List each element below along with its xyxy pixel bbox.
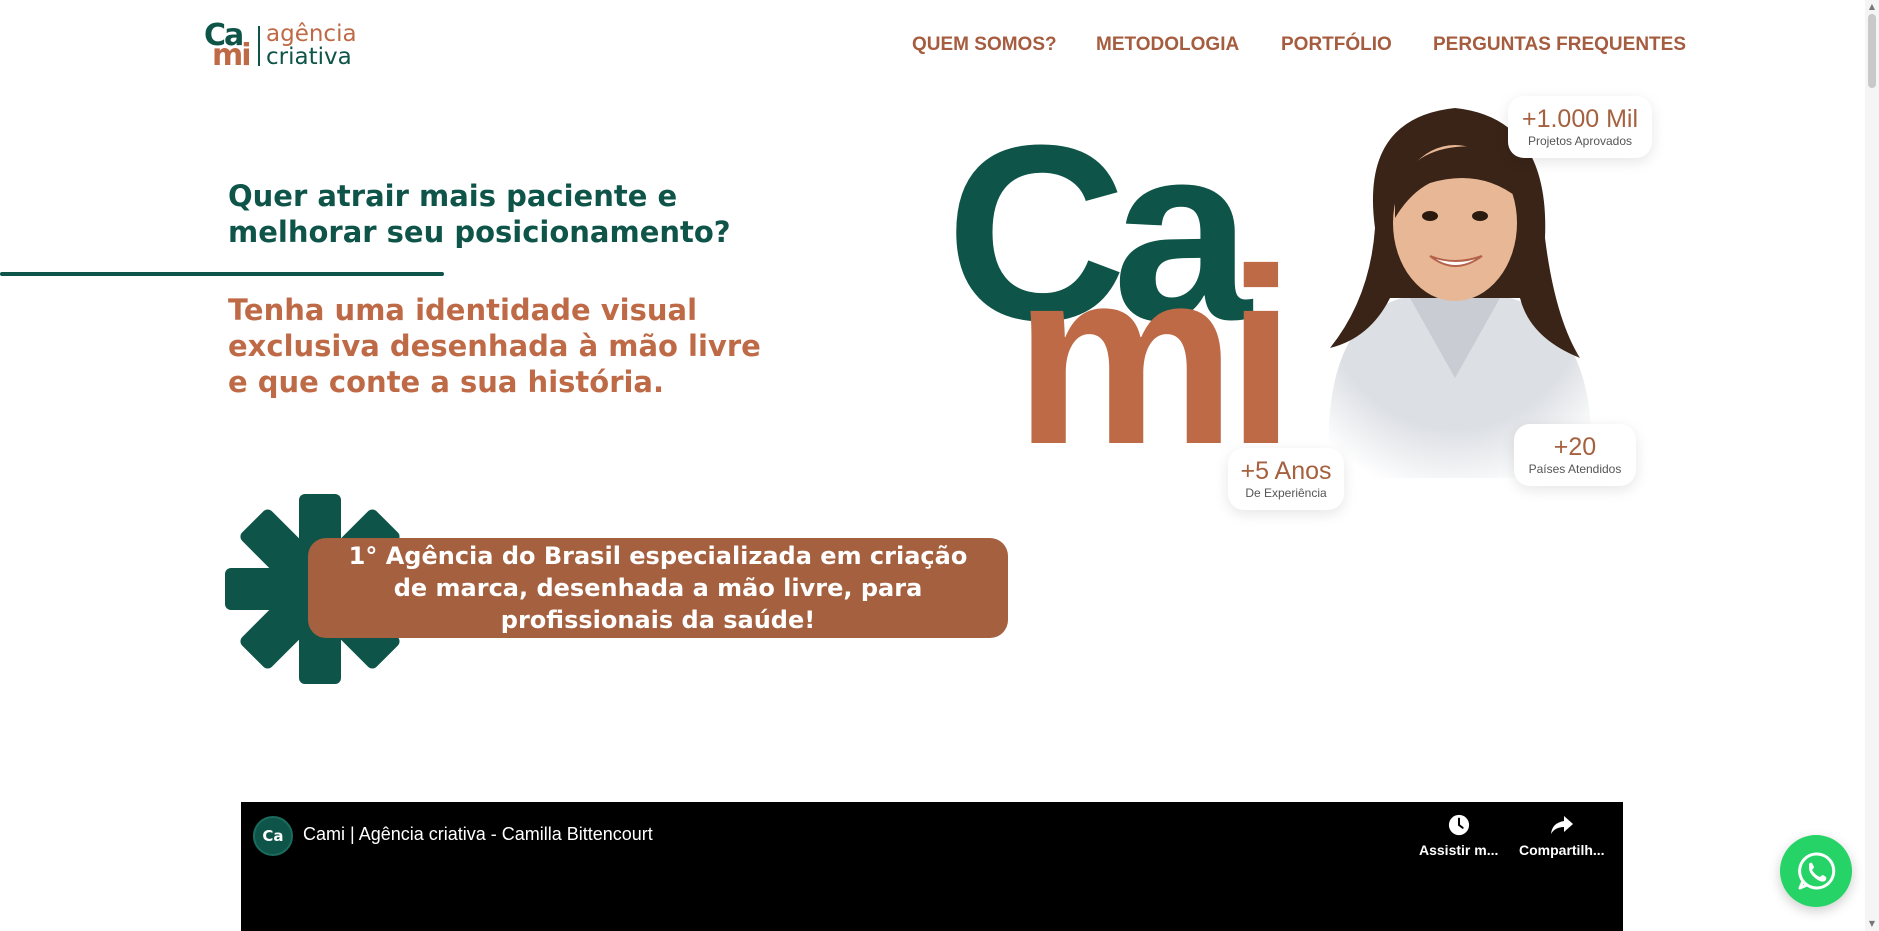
logo-line-1: agência (266, 21, 357, 47)
nav-portfolio[interactable]: PORTFÓLIO (1281, 34, 1392, 56)
share-arrow-icon (1550, 816, 1573, 834)
hero-subtitle: Tenha uma identidade visual exclusiva de… (228, 293, 761, 399)
stat-countries: +20 Países Atendidos (1514, 424, 1636, 486)
scroll-down-arrow[interactable]: ▼ (1867, 919, 1877, 929)
scroll-up-arrow[interactable]: ▲ (1867, 2, 1877, 12)
watch-later-label: Assistir m... (1419, 842, 1499, 858)
channel-avatar-initials: Ca (262, 827, 284, 845)
logo-line-2: criativa (266, 44, 352, 70)
nav-perguntas-frequentes[interactable]: PERGUNTAS FREQUENTES (1433, 34, 1686, 56)
stat-projects-value: +1.000 Mil (1521, 104, 1639, 133)
whatsapp-icon (1798, 852, 1836, 890)
stat-experience: +5 Anos De Experiência (1228, 448, 1344, 510)
page-scrollbar[interactable]: ▲ ▼ (1865, 0, 1879, 931)
hero-big-word-bottom: mi (1014, 217, 1296, 496)
stat-countries-label: Países Atendidos (1528, 462, 1622, 477)
channel-avatar[interactable]: Ca (253, 816, 293, 856)
hero-banner-text: 1° Agência do Brasil especializada em cr… (348, 542, 968, 634)
hero-banner: 1° Agência do Brasil especializada em cr… (308, 538, 1008, 638)
stat-experience-label: De Experiência (1245, 486, 1327, 501)
clock-icon (1448, 814, 1469, 836)
watch-later-button[interactable]: Assistir m... (1419, 814, 1498, 858)
nav-metodologia[interactable]: METODOLOGIA (1096, 34, 1239, 56)
logo-wordmark: agência criativa (266, 23, 357, 69)
scroll-thumb[interactable] (1868, 14, 1876, 88)
whatsapp-button[interactable] (1780, 835, 1852, 907)
stat-projects-label: Projetos Aprovados (1527, 134, 1633, 149)
share-button[interactable]: Compartilh... (1519, 814, 1605, 858)
hero-question: Quer atrair mais paciente e melhorar seu… (228, 179, 731, 249)
brand-logo[interactable]: Ca mi agência criativa (204, 21, 357, 71)
stat-projects: +1.000 Mil Projetos Aprovados (1508, 96, 1652, 158)
share-label: Compartilh... (1519, 842, 1605, 858)
logo-separator (258, 26, 260, 66)
logo-mark: Ca mi (204, 21, 252, 71)
stat-experience-value: +5 Anos (1240, 456, 1332, 485)
hero-divider (0, 272, 444, 276)
nav-quem-somos[interactable]: QUEM SOMOS? (912, 34, 1057, 56)
logo-mark-bottom: mi (212, 38, 252, 73)
stat-countries-value: +20 (1553, 432, 1597, 461)
video-title[interactable]: Cami | Agência criativa - Camilla Bitten… (303, 824, 653, 845)
youtube-embed[interactable]: Ca Cami | Agência criativa - Camilla Bit… (241, 802, 1623, 931)
